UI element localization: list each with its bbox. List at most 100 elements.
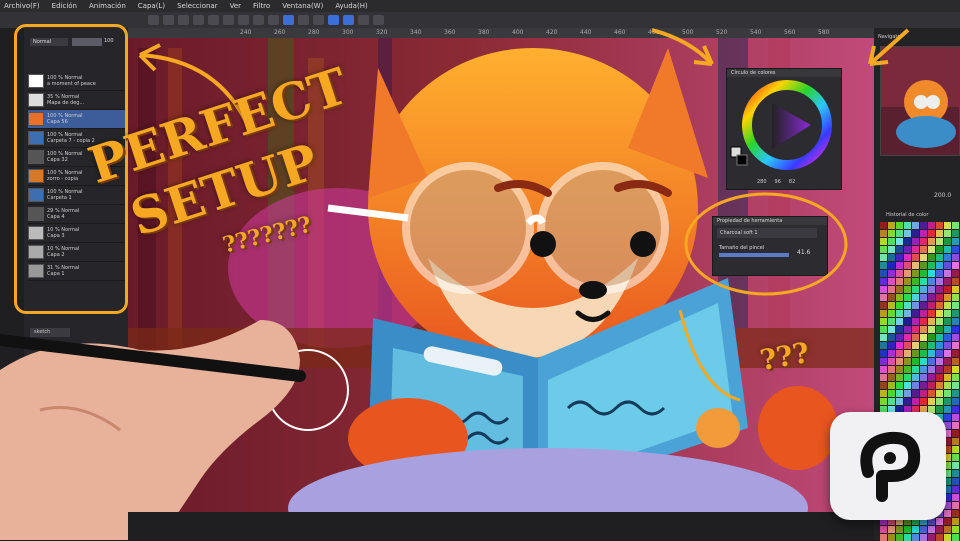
color-swatch[interactable] [912,246,919,253]
redo-icon[interactable] [208,15,219,25]
color-swatch[interactable] [952,438,959,445]
color-swatch[interactable] [912,286,919,293]
color-swatch[interactable] [888,270,895,277]
color-swatch[interactable] [880,334,887,341]
color-swatch[interactable] [928,374,935,381]
color-swatch[interactable] [928,222,935,229]
color-swatch[interactable] [952,358,959,365]
color-swatch[interactable] [952,446,959,453]
color-swatch[interactable] [920,318,927,325]
color-swatch[interactable] [912,326,919,333]
color-swatch[interactable] [880,382,887,389]
menu-ayuda[interactable]: Ayuda(H) [335,2,367,10]
color-swatch[interactable] [920,278,927,285]
color-swatch[interactable] [928,350,935,357]
color-swatch[interactable] [928,230,935,237]
color-swatch[interactable] [928,302,935,309]
color-swatch[interactable] [880,310,887,317]
color-swatch[interactable] [896,398,903,405]
color-swatch[interactable] [880,390,887,397]
color-swatch[interactable] [928,262,935,269]
color-swatch[interactable] [952,518,959,525]
color-swatch[interactable] [912,230,919,237]
color-swatch[interactable] [904,262,911,269]
color-swatch[interactable] [944,278,951,285]
color-swatch[interactable] [920,230,927,237]
color-swatch[interactable] [928,334,935,341]
color-swatch[interactable] [896,294,903,301]
color-swatch[interactable] [944,318,951,325]
color-swatch[interactable] [912,294,919,301]
color-swatch[interactable] [896,358,903,365]
color-swatch[interactable] [880,326,887,333]
color-swatch[interactable] [880,278,887,285]
color-swatch[interactable] [904,222,911,229]
color-swatch[interactable] [888,222,895,229]
color-swatch[interactable] [936,398,943,405]
color-swatch[interactable] [880,230,887,237]
color-swatch[interactable] [944,390,951,397]
color-swatch[interactable] [888,254,895,261]
color-swatch[interactable] [920,270,927,277]
color-swatch[interactable] [888,366,895,373]
snap-special-ruler-icon[interactable] [328,15,339,25]
color-swatch[interactable] [904,230,911,237]
brush-size-slider[interactable] [719,253,789,257]
color-swatch[interactable] [912,254,919,261]
color-swatch[interactable] [952,318,959,325]
color-swatch[interactable] [880,262,887,269]
color-swatch[interactable] [944,310,951,317]
color-swatch[interactable] [944,526,951,533]
color-swatch[interactable] [920,326,927,333]
color-swatch[interactable] [952,390,959,397]
menu-archivo[interactable]: Archivo(F) [4,2,40,10]
color-swatch[interactable] [904,318,911,325]
color-swatch[interactable] [896,310,903,317]
color-swatch[interactable] [944,334,951,341]
color-swatch[interactable] [888,286,895,293]
color-swatch[interactable] [952,454,959,461]
color-swatch[interactable] [944,246,951,253]
stabilizer-icon[interactable] [343,15,354,25]
color-swatch[interactable] [920,262,927,269]
color-swatch[interactable] [912,374,919,381]
color-swatch[interactable] [936,358,943,365]
color-swatch[interactable] [952,502,959,509]
color-swatch[interactable] [936,374,943,381]
save-icon[interactable] [178,15,189,25]
color-swatch[interactable] [904,246,911,253]
color-swatch[interactable] [944,326,951,333]
color-swatch[interactable] [936,366,943,373]
color-swatch[interactable] [928,278,935,285]
color-swatch[interactable] [920,366,927,373]
menu-ventana[interactable]: Ventana(W) [282,2,323,10]
color-swatch[interactable] [880,526,887,533]
color-swatch[interactable] [880,222,887,229]
color-swatch[interactable] [904,398,911,405]
snap-grid-icon[interactable] [313,15,324,25]
color-swatch[interactable] [952,374,959,381]
color-swatch[interactable] [896,334,903,341]
color-swatch[interactable] [912,334,919,341]
color-swatch[interactable] [920,526,927,533]
color-swatch[interactable] [936,262,943,269]
color-swatch[interactable] [904,358,911,365]
color-swatch[interactable] [896,526,903,533]
color-swatch[interactable] [888,398,895,405]
color-swatch[interactable] [912,262,919,269]
color-swatch[interactable] [952,478,959,485]
color-swatch[interactable] [920,294,927,301]
color-swatch[interactable] [936,318,943,325]
color-swatch[interactable] [904,254,911,261]
color-swatch[interactable] [904,294,911,301]
color-swatch[interactable] [952,382,959,389]
color-swatch[interactable] [952,334,959,341]
color-swatch[interactable] [952,414,959,421]
color-swatch[interactable] [904,326,911,333]
color-swatch[interactable] [888,334,895,341]
color-swatch[interactable] [896,222,903,229]
color-swatch[interactable] [928,270,935,277]
color-swatch[interactable] [920,350,927,357]
color-swatch[interactable] [920,238,927,245]
color-swatch[interactable] [896,262,903,269]
